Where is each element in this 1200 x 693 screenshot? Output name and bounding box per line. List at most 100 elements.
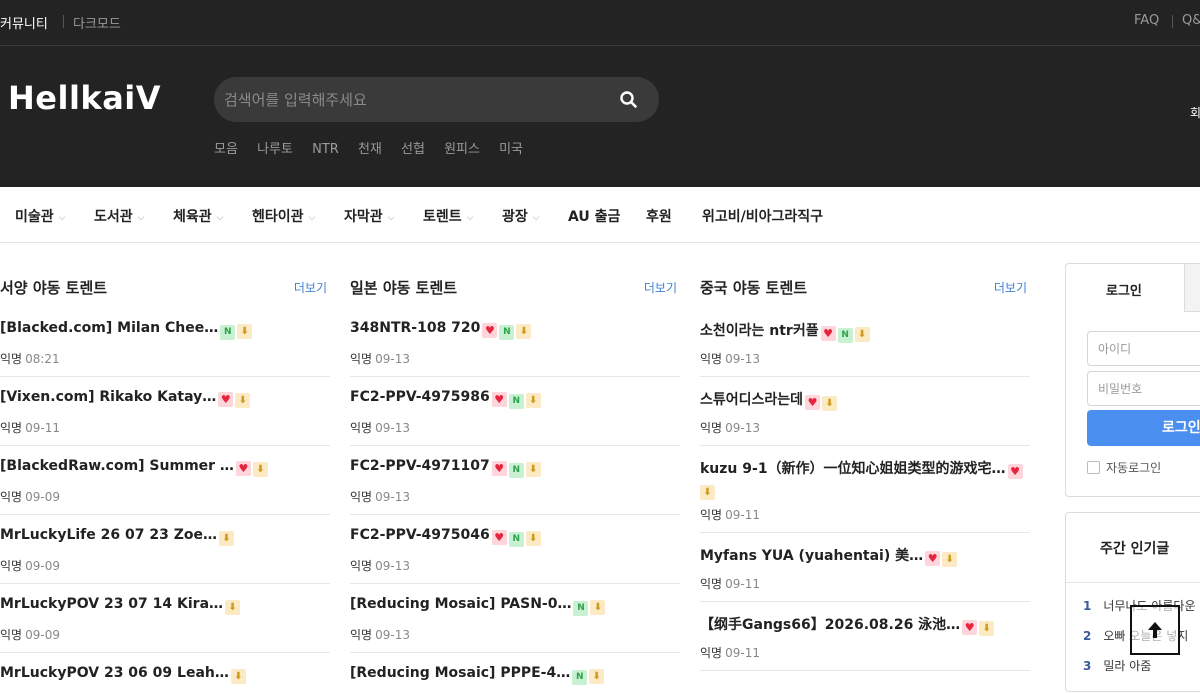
community-link[interactable]: 커뮤니티	[0, 13, 48, 32]
darkmode-toggle[interactable]: 다크모드	[73, 13, 121, 32]
login-button[interactable]: 로그인	[1087, 410, 1200, 446]
divider	[1172, 15, 1173, 28]
tag-link[interactable]: 천재	[358, 142, 382, 157]
tag-link[interactable]: 원피스	[444, 142, 480, 157]
list-item[interactable]: [Vixen.com] Rikako Katay… ♥ ⬇ 익명 09-11	[0, 377, 330, 446]
nav-label: 토렌트	[423, 209, 462, 225]
list-item[interactable]: MrLuckyLife 26 07 23 Zoe… ⬇ 익명 09-09	[0, 515, 330, 584]
post-title[interactable]: [Reducing Mosaic] PPPE-4…	[350, 665, 570, 681]
post-title: 밀라 아줌	[1103, 659, 1152, 673]
new-badge-icon: N	[508, 394, 524, 409]
auto-login-checkbox[interactable]: 자동로그인	[1087, 459, 1161, 476]
password-field[interactable]	[1087, 371, 1200, 406]
nav-item-gym[interactable]: 체육관 ⌵	[173, 206, 223, 226]
more-link[interactable]: 더보기	[994, 279, 1027, 296]
heart-icon: ♥	[925, 551, 941, 566]
tag-link[interactable]: NTR	[312, 142, 339, 157]
more-link[interactable]: 더보기	[294, 279, 327, 296]
heart-icon: ♥	[820, 326, 836, 341]
nav-item-plaza[interactable]: 광장 ⌵	[502, 206, 540, 226]
faq-link[interactable]: FAQ	[1134, 13, 1159, 28]
search-input[interactable]	[224, 77, 604, 122]
nav-item-subtitle[interactable]: 자막관 ⌵	[344, 206, 394, 226]
list-item[interactable]: 소천이라는 ntr커플 ♥ N ⬇ 익명 09-13	[700, 307, 1030, 377]
rank-number: 1	[1083, 599, 1092, 613]
post-date: 09-11	[25, 421, 60, 435]
list-item[interactable]: MrLuckyPOV 23 06 09 Leah… ⬇	[0, 653, 330, 693]
list-item[interactable]: 348NTR-108 720 ♥ N ⬇ 익명 09-13	[350, 307, 680, 377]
list-item[interactable]: FC2-PPV-4975986 ♥ N ⬇ 익명 09-13	[350, 377, 680, 446]
list-item[interactable]: [Reducing Mosaic] PASN-0… N ⬇ 익명 09-13	[350, 584, 680, 653]
rank-number: 2	[1083, 629, 1092, 643]
nav-item-direct-purchase[interactable]: 위고비/비아그라직구	[702, 206, 823, 226]
post-title[interactable]: [BlackedRaw.com] Summer …	[0, 458, 234, 474]
list-item[interactable]: kuzu 9-1（新作）一位知心姐姐类型的游戏宅… ♥ ⬇ 익명 09-11	[700, 446, 1030, 533]
search-icon[interactable]	[619, 90, 639, 110]
post-title[interactable]: FC2-PPV-4975986	[350, 389, 490, 405]
post-title[interactable]: FC2-PPV-4971107	[350, 458, 490, 474]
nav-item-donate[interactable]: 후원	[646, 206, 672, 226]
new-badge-icon: N	[837, 328, 853, 343]
tag-link[interactable]: 나루토	[257, 142, 293, 157]
list-item[interactable]: Myfans YUA (yuahentai) 美… ♥ ⬇ 익명 09-11	[700, 533, 1030, 602]
list-item[interactable]: [Blacked.com] Milan Chee… N ⬇ 익명 08:21	[0, 307, 330, 377]
checkbox-icon	[1087, 461, 1100, 474]
post-title[interactable]: MrLuckyLife 26 07 23 Zoe…	[0, 527, 217, 543]
list-item[interactable]: 스튜어디스라는데 ♥ ⬇ 익명 09-13	[700, 377, 1030, 446]
nav-item-library[interactable]: 도서관 ⌵	[94, 206, 144, 226]
nav-item-torrent[interactable]: 토렌트 ⌵	[423, 206, 473, 226]
nav-label: 도서관	[94, 209, 133, 225]
post-date: 09-09	[25, 559, 60, 573]
list-item[interactable]: [Reducing Mosaic] PPPE-4… N ⬇	[350, 653, 680, 693]
username-field[interactable]	[1087, 331, 1200, 366]
post-title[interactable]: 소천이라는 ntr커플	[700, 323, 819, 339]
post-title[interactable]: MrLuckyPOV 23 06 09 Leah…	[0, 665, 229, 681]
post-title[interactable]: 스튜어디스라는데	[700, 392, 803, 408]
post-title[interactable]: MrLuckyPOV 23 07 14 Kira…	[0, 596, 223, 612]
post-title[interactable]: FC2-PPV-4975046	[350, 527, 490, 543]
tag-link[interactable]: 미국	[499, 142, 523, 157]
new-badge-icon: N	[220, 325, 236, 340]
tag-link[interactable]: 선협	[401, 142, 425, 157]
tab-login[interactable]: 로그인	[1066, 264, 1184, 312]
post-date: 09-13	[375, 559, 410, 573]
nav-item-gallery[interactable]: 미술관 ⌵	[15, 206, 65, 226]
site-logo[interactable]: HellkaiV	[8, 79, 161, 117]
new-badge-icon: N	[508, 463, 524, 478]
tag-link[interactable]: 모음	[214, 142, 238, 157]
list-item[interactable]: 【纲手Gangs66】2026.08.26 泳池… ♥ ⬇ 익명 09-11	[700, 602, 1030, 671]
board-title: 중국 야동 토렌트	[700, 279, 808, 297]
rank-number: 3	[1083, 659, 1092, 673]
list-item[interactable]: FC2-PPV-4971107 ♥ N ⬇ 익명 09-13	[350, 446, 680, 515]
tab-signup[interactable]	[1184, 264, 1200, 312]
list-item[interactable]: MrLuckyPOV 23 07 14 Kira… ⬇ 익명 09-09	[0, 584, 330, 653]
post-date: 09-11	[725, 508, 760, 522]
post-title[interactable]: 【纲手Gangs66】2026.08.26 泳池…	[700, 617, 960, 633]
nav-label: 헨타이관	[252, 209, 304, 225]
post-title[interactable]: [Vixen.com] Rikako Katay…	[0, 389, 216, 405]
nav-item-hentai[interactable]: 헨타이관 ⌵	[252, 206, 315, 226]
login-panel: 로그인 로그인 자동로그인	[1065, 263, 1200, 497]
download-icon: ⬇	[218, 531, 234, 546]
list-item[interactable]: 3 밀라 아줌	[1083, 657, 1151, 674]
post-date: 09-09	[25, 490, 60, 504]
post-title[interactable]: [Blacked.com] Milan Chee…	[0, 320, 218, 336]
nav-item-au-withdraw[interactable]: AU 출금	[568, 206, 620, 226]
post-title[interactable]: kuzu 9-1（新作）一位知心姐姐类型的游戏宅…	[700, 461, 1006, 477]
more-link[interactable]: 더보기	[644, 279, 677, 296]
main-nav: 미술관 ⌵ 도서관 ⌵ 체육관 ⌵ 헨타이관 ⌵ 자막관 ⌵ 토렌트 ⌵ 광장 ⌵ AU 출금…	[0, 187, 1200, 243]
heart-icon: ♥	[218, 392, 234, 407]
post-title[interactable]: Myfans YUA (yuahentai) 美…	[700, 548, 923, 564]
download-icon: ⬇	[589, 669, 605, 684]
post-date: 09-13	[375, 352, 410, 366]
list-item[interactable]: FC2-PPV-4975046 ♥ N ⬇ 익명 09-13	[350, 515, 680, 584]
list-item[interactable]: [BlackedRaw.com] Summer … ♥ ⬇ 익명 09-09	[0, 446, 330, 515]
qa-link[interactable]: Q&	[1182, 13, 1200, 28]
post-title[interactable]: 348NTR-108 720	[350, 320, 480, 336]
header-right-link[interactable]: 회	[1190, 104, 1200, 121]
back-to-top-button[interactable]	[1130, 605, 1180, 655]
post-author: 익명	[350, 490, 373, 504]
post-date: 09-13	[725, 421, 760, 435]
heart-icon: ♥	[235, 461, 251, 476]
post-title[interactable]: [Reducing Mosaic] PASN-0…	[350, 596, 571, 612]
